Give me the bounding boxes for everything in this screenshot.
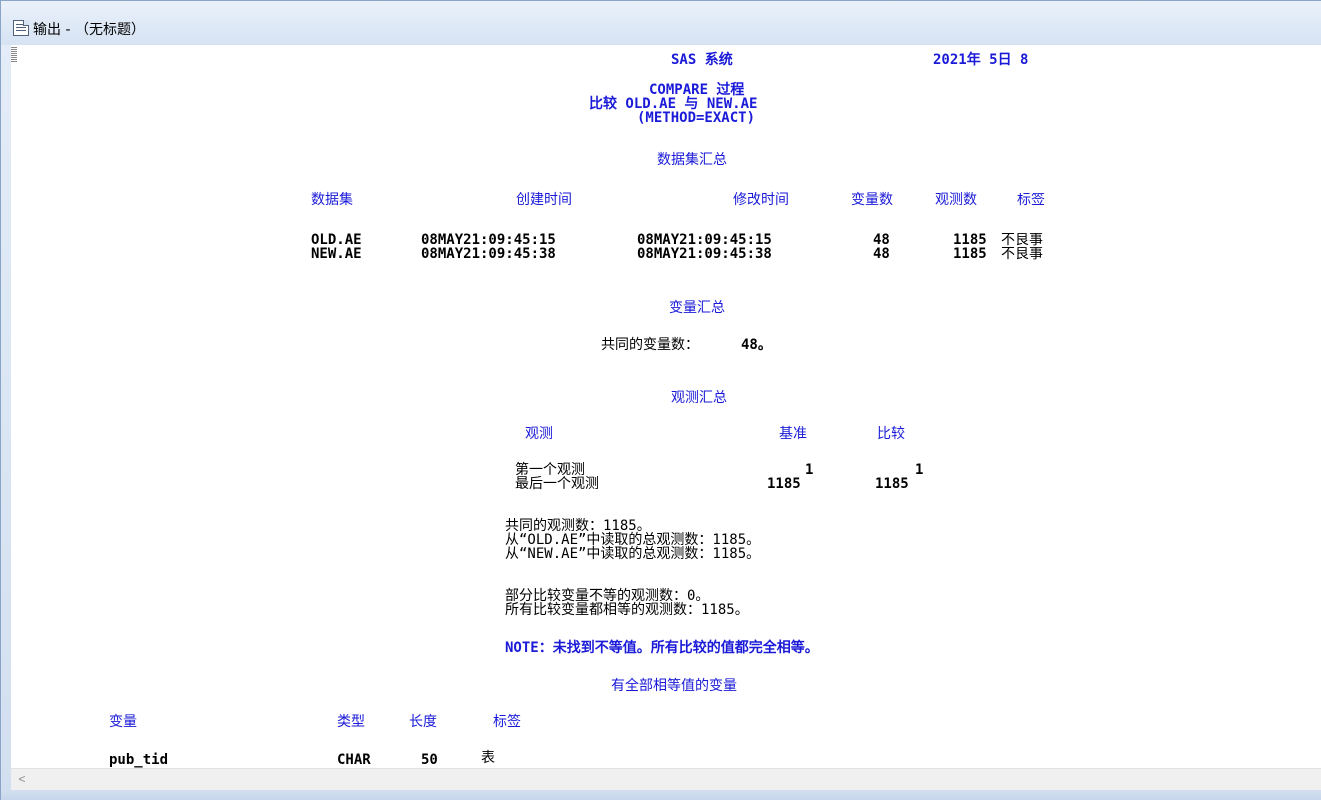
splitter-gripper[interactable] [11,47,17,63]
output-window: 输出 - （无标题） SAS 系统 2021年 5日 8 COMPARE 过程 … [0,0,1321,800]
proc-title: COMPARE 过程 [649,82,745,98]
col-header-obs-count: 观测数 [935,192,977,208]
title-bar[interactable]: 输出 - （无标题） [1,1,1321,45]
dataset-row-new-modified: 08MAY21:09:45:38 [637,246,772,262]
output-content[interactable]: SAS 系统 2021年 5日 8 COMPARE 过程 比较 OLD.AE 与… [11,45,1321,768]
common-var-label: 共同的变量数： [601,337,699,353]
dataset-row-old-name: OLD.AE [311,232,362,248]
dataset-row-old-vars: 48 [873,232,890,248]
eq-row-label: 表 [481,750,495,766]
eq-header-label: 标签 [493,714,521,730]
common-var-value: 48。 [741,337,772,353]
obs-row-first-compare: 1 [915,462,924,478]
col-header-dataset: 数据集 [311,192,353,208]
obs-header-compare: 比较 [877,426,905,442]
obs-row-first-label: 第一个观测 [515,462,585,478]
obs-header-base: 基准 [779,426,807,442]
report-date: 2021年 5日 8 [933,52,1029,68]
common-obs-line: 共同的观测数：1185。 [505,518,651,534]
col-header-created: 创建时间 [516,192,572,208]
system-title: SAS 系统 [671,52,733,68]
read-old-line: 从“OLD.AE”中读取的总观测数：1185。 [505,532,761,548]
scroll-left-icon[interactable]: < [11,769,33,790]
dataset-row-new-label: 不良事 [1001,247,1043,261]
eq-header-variable: 变量 [109,714,137,730]
col-header-label: 标签 [1017,193,1045,207]
dataset-row-old-modified: 08MAY21:09:45:15 [637,232,772,248]
obs-row-last-label: 最后一个观测 [515,476,599,492]
dataset-row-old-label: 不良事 [1001,233,1043,247]
obs-header-observation: 观测 [525,426,553,442]
unequal-obs-line: 部分比较变量不等的观测数：0。 [505,588,710,604]
eq-header-length: 长度 [409,714,437,730]
note-line: NOTE：未找到不等值。所有比较的值都完全相等。 [505,640,819,656]
document-icon [13,20,29,36]
eq-header-type: 类型 [337,714,365,730]
equal-vars-title: 有全部相等值的变量 [611,678,737,694]
read-new-line: 从“NEW.AE”中读取的总观测数：1185。 [505,546,761,562]
dataset-row-new-vars: 48 [873,246,890,262]
obs-row-last-compare: 1185 [875,476,909,492]
window-title: 输出 - （无标题） [33,22,145,38]
obs-row-first-base: 1 [805,462,814,478]
dataset-row-new-created: 08MAY21:09:45:38 [421,246,556,262]
all-equal-obs-line: 所有比较变量都相等的观测数：1185。 [505,602,749,618]
window-bottom-border [1,790,1321,800]
eq-row-length: 50 [421,752,438,768]
dataset-row-old-obs: 1185 [953,232,987,248]
col-header-modified: 修改时间 [733,192,789,208]
method-line: (METHOD=EXACT) [637,110,756,126]
dataset-summary-title: 数据集汇总 [657,152,727,168]
variable-summary-title: 变量汇总 [669,300,725,316]
col-header-var-count: 变量数 [851,192,893,208]
obs-row-last-base: 1185 [767,476,801,492]
observation-summary-title: 观测汇总 [671,390,727,406]
dataset-row-new-obs: 1185 [953,246,987,262]
dataset-row-new-name: NEW.AE [311,246,362,262]
dataset-row-old-created: 08MAY21:09:45:15 [421,232,556,248]
compare-line: 比较 OLD.AE 与 NEW.AE [589,96,758,112]
eq-row-variable: pub_tid [109,752,169,768]
eq-row-type: CHAR [337,752,371,768]
horizontal-scrollbar[interactable]: < [11,768,1321,790]
